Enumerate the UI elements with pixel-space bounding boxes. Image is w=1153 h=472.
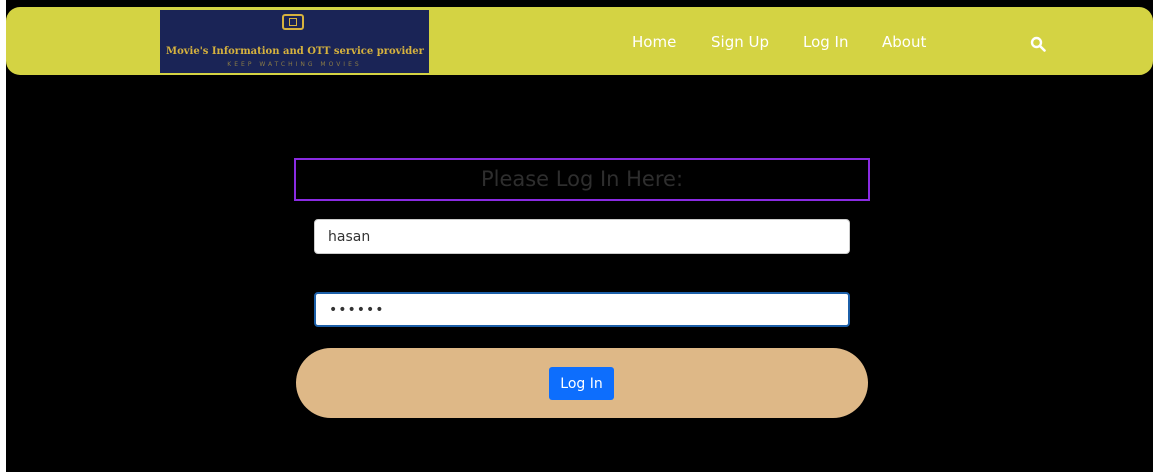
brand-tagline: KEEP WATCHING MOVIES — [227, 61, 362, 68]
search-icon[interactable] — [1030, 36, 1046, 52]
nav-link-log-in[interactable]: Log In — [803, 33, 849, 51]
nav-link-about[interactable]: About — [882, 33, 926, 51]
nav-link-sign-up[interactable]: Sign Up — [711, 33, 769, 51]
username-input[interactable] — [314, 219, 850, 254]
login-button-panel: Log In — [296, 348, 868, 418]
navbar: Movie's Information and OTT service prov… — [6, 7, 1153, 75]
brand-logo[interactable]: Movie's Information and OTT service prov… — [160, 10, 429, 73]
login-button[interactable]: Log In — [549, 367, 614, 400]
login-title: Please Log In Here: — [294, 158, 870, 201]
brand-title: Movie's Information and OTT service prov… — [166, 46, 424, 57]
nav-link-home[interactable]: Home — [632, 33, 676, 51]
tv-icon — [282, 14, 304, 30]
password-input[interactable] — [314, 292, 850, 327]
